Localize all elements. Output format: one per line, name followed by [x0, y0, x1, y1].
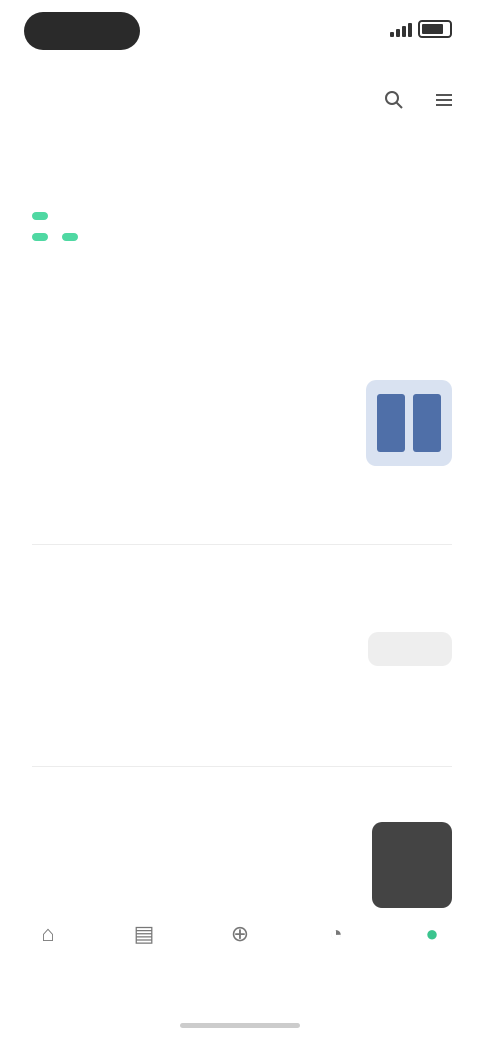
bell-icon: ◔	[329, 921, 343, 946]
article-card[interactable]	[0, 340, 480, 540]
profile-icon: ●	[425, 921, 439, 946]
book-icon: ▤	[133, 921, 155, 946]
add-icon: ⊕	[230, 921, 250, 946]
divider	[32, 766, 452, 767]
article-thumbnail	[368, 632, 452, 666]
hero-headline[interactable]	[32, 212, 78, 249]
article-card[interactable]	[0, 556, 480, 756]
nav-item-profile[interactable]: ●	[392, 920, 472, 954]
status-bar	[0, 0, 480, 60]
article-thumbnail	[372, 822, 452, 908]
divider	[32, 544, 452, 545]
status-time-pill	[24, 12, 140, 50]
nav-item-create[interactable]: ⊕	[200, 920, 280, 954]
status-icons	[390, 20, 452, 38]
search-icon	[385, 91, 403, 109]
bottom-nav: ⌂ ▤ ⊕ ◔ ●	[0, 920, 480, 1000]
hero-line-2a	[32, 233, 48, 241]
home-indicator[interactable]	[180, 1023, 300, 1028]
article-thumbnail	[366, 380, 452, 466]
battery-level	[422, 24, 443, 34]
hero-line-1	[32, 212, 48, 220]
nav-item-home[interactable]: ⌂	[8, 920, 88, 954]
app-bar	[0, 78, 480, 122]
app-actions	[378, 84, 460, 116]
nav-item-notifications[interactable]: ◔	[296, 920, 376, 954]
article-card[interactable]	[0, 778, 480, 918]
battery-icon	[418, 20, 452, 38]
menu-icon	[436, 94, 452, 106]
menu-button[interactable]	[428, 84, 460, 116]
search-button[interactable]	[378, 84, 410, 116]
home-icon: ⌂	[41, 921, 55, 946]
nav-item-library[interactable]: ▤	[104, 920, 184, 954]
hero-line-2b	[62, 233, 78, 241]
signal-icon	[390, 21, 412, 37]
